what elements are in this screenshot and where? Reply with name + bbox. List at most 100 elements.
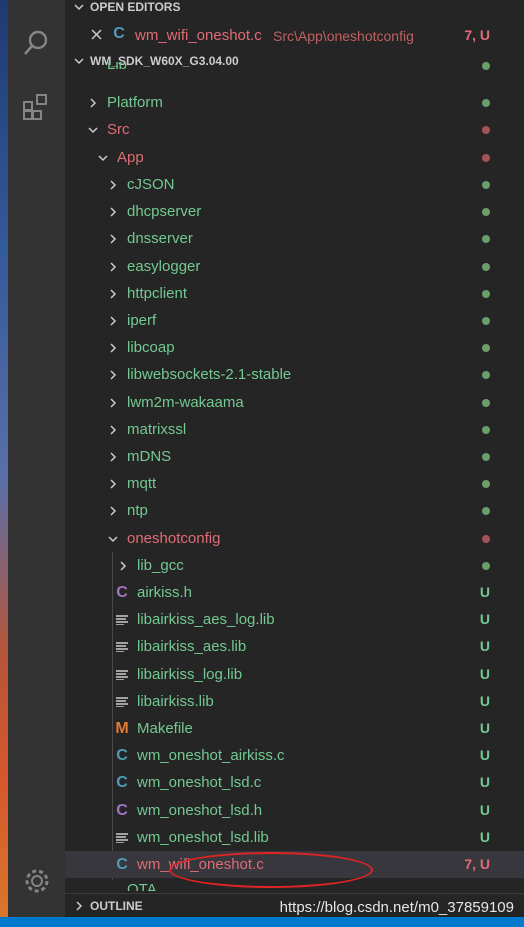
desktop-background <box>0 0 8 927</box>
tree-file-item[interactable]: Cwm_oneshot_airkiss.c U <box>65 742 524 769</box>
tree-folder-item[interactable]: mqtt <box>65 470 524 497</box>
lib-file-icon <box>116 697 128 707</box>
lib-file-icon <box>116 669 128 680</box>
status-dot <box>482 480 490 489</box>
folder-label: oneshotconfig <box>127 530 221 547</box>
chevron-right-icon <box>110 234 117 244</box>
folder-label: libcoap <box>127 339 175 357</box>
tree-file-item[interactable]: Cwm_oneshot_lsd.c U <box>65 769 524 796</box>
folder-label: libwebsockets-2.1-stable <box>127 366 292 384</box>
chevron-right-icon <box>110 289 117 299</box>
tree-file-item[interactable]: libairkiss_log.lib U <box>65 661 524 688</box>
activity-bar <box>8 0 65 927</box>
status-dot <box>482 507 490 516</box>
chevron-right-icon <box>76 901 83 911</box>
chevron-right-icon <box>110 370 117 380</box>
extensions-icon[interactable] <box>21 92 51 122</box>
chevron-right-icon <box>110 180 117 190</box>
status-dot <box>482 317 490 325</box>
chevron-down-icon <box>88 127 98 134</box>
tree-file-item[interactable]: libairkiss_aes_log.lib U <box>65 606 524 633</box>
tree-folder-item[interactable]: libwebsockets-2.1-stable <box>65 361 524 388</box>
status-dot <box>482 371 490 380</box>
status-dot <box>482 289 490 298</box>
tree-folder-item[interactable]: dnsserver <box>65 225 524 252</box>
git-status-badge: U <box>479 801 490 818</box>
git-status-badge: U <box>479 584 490 600</box>
close-icon[interactable] <box>91 29 102 40</box>
git-status-badge: U <box>479 774 490 791</box>
status-dot <box>482 235 490 244</box>
git-status-badge: U <box>479 828 490 845</box>
status-bar <box>0 917 524 927</box>
tree-file-item[interactable]: Cwm_oneshot_lsd.h U <box>65 797 524 824</box>
status-dot <box>482 126 490 134</box>
chevron-right-icon <box>110 343 117 353</box>
open-editors-header[interactable]: OPEN EDITORS <box>65 0 524 18</box>
tree-folder-ota[interactable]: OTA <box>65 883 524 891</box>
status-dot <box>482 99 490 107</box>
h-file-icon: C <box>116 584 128 601</box>
git-status-badge: U <box>479 720 490 736</box>
git-status-badge: 7, U <box>464 856 490 872</box>
tree-folder-item[interactable]: easylogger <box>65 253 524 280</box>
tree-folder-item[interactable]: matrixssl <box>65 416 524 443</box>
open-editor-item[interactable]: C wm_wifi_oneshot.c Src\App\oneshotconfi… <box>65 22 524 48</box>
status-dot <box>482 425 490 434</box>
chevron-right-icon <box>110 452 117 462</box>
status-dot <box>482 535 490 543</box>
file-label: wm_oneshot_lsd.c <box>137 774 262 792</box>
git-status-badge: U <box>479 665 490 682</box>
folder-label: lib_gcc <box>137 557 184 574</box>
folder-label: App <box>117 149 144 166</box>
status-dot <box>482 62 490 70</box>
tree-folder-lib-gcc[interactable]: lib_gcc <box>65 552 524 579</box>
file-label: libairkiss_log.lib <box>137 665 243 683</box>
tree-file-item[interactable]: Cairkiss.h U <box>65 579 524 606</box>
tree-folder-item[interactable]: mDNS <box>65 443 524 470</box>
chevron-right-icon <box>120 561 127 571</box>
tree-file-item[interactable]: libairkiss.lib U <box>65 688 524 715</box>
folder-label: dnsserver <box>127 230 193 248</box>
tree-file-item[interactable]: M Makefile U <box>65 715 524 742</box>
tree-folder-oneshotconfig[interactable]: oneshotconfig <box>65 525 524 552</box>
tree-folder-item[interactable]: iperf <box>65 307 524 334</box>
folder-label: ntp <box>127 502 148 520</box>
tree-folder-lib[interactable]: Lib <box>65 62 524 76</box>
file-label: libairkiss_aes.lib <box>137 638 247 656</box>
chevron-right-icon <box>110 262 117 272</box>
file-label: wm_oneshot_lsd.h <box>137 801 263 819</box>
tree-folder-item[interactable]: lwm2m-wakaama <box>65 389 524 416</box>
git-status-badge: 7, U <box>464 27 490 43</box>
tree-file-item[interactable]: wm_oneshot_lsd.lib U <box>65 824 524 851</box>
folder-label: Src <box>107 121 130 138</box>
c-file-icon: C <box>116 747 128 765</box>
tree-folder-item[interactable]: dhcpserver <box>65 198 524 225</box>
tree-folder-item[interactable]: libcoap <box>65 334 524 361</box>
folder-label: iperf <box>127 312 157 329</box>
chevron-down-icon <box>98 155 108 162</box>
chevron-right-icon <box>110 479 117 489</box>
tree-folder-src[interactable]: Src <box>65 116 524 143</box>
chevron-right-icon <box>110 506 117 516</box>
file-label: Makefile <box>137 720 193 737</box>
open-editors-title: OPEN EDITORS <box>90 0 181 14</box>
tree-folder-item[interactable]: ntp <box>65 497 524 524</box>
tree-folder-app[interactable]: App <box>65 144 524 171</box>
folder-label: Lib <box>107 62 128 73</box>
status-dot <box>482 398 490 407</box>
tree-file-item[interactable]: libairkiss_aes.lib U <box>65 633 524 660</box>
file-label: libairkiss_aes_log.lib <box>137 611 275 629</box>
tree-folder-item[interactable]: httpclient <box>65 280 524 307</box>
tree-folder-platform[interactable]: Platform <box>65 89 524 116</box>
gear-icon[interactable] <box>22 866 52 896</box>
folder-label: dhcpserver <box>127 203 202 221</box>
status-dot <box>482 262 490 271</box>
search-icon[interactable] <box>21 28 51 58</box>
lib-file-icon <box>116 615 128 626</box>
tree-folder-item[interactable]: cJSON <box>65 171 524 198</box>
c-file-icon: C <box>116 856 128 873</box>
folder-label: easylogger <box>127 257 201 275</box>
file-label: wm_oneshot_airkiss.c <box>137 747 285 765</box>
makefile-icon: M <box>115 720 129 737</box>
